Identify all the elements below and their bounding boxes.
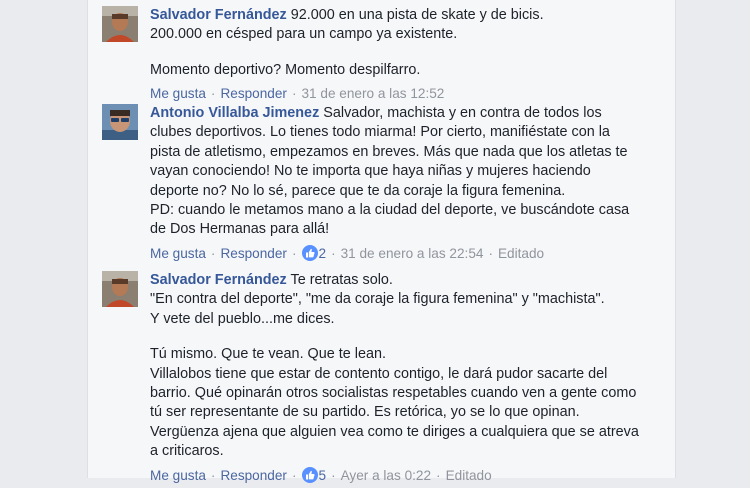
comment-text: Villalobos tiene que estar de contento c…	[150, 365, 637, 421]
reaction-count[interactable]: 5	[319, 468, 327, 483]
like-button[interactable]: Me gusta	[150, 468, 206, 483]
avatar[interactable]	[102, 271, 138, 307]
edited-label[interactable]: Editado	[498, 246, 544, 261]
avatar[interactable]	[102, 104, 138, 140]
comment-text: PD: cuando le metamos mano a la ciudad d…	[150, 202, 630, 238]
comment-text: Tú mismo. Que te vean. Que te lean.	[150, 346, 386, 363]
comment-text: Y vete del pueblo...me dices.	[150, 310, 335, 327]
like-thumb-icon	[301, 244, 318, 266]
edited-label[interactable]: Editado	[446, 468, 492, 483]
comment-text: 92.000 en una pista de skate y de bicis.	[290, 7, 544, 23]
comment-actions: Me gusta · Responder · 31 de enero a las 12:…	[150, 86, 445, 102]
comment-text: Momento deportivo? Momento despilfarro.	[150, 61, 421, 78]
timestamp[interactable]: Ayer a las 0:22	[341, 468, 431, 483]
reply-button[interactable]: Responder	[220, 468, 287, 483]
reply-button[interactable]: Responder	[220, 86, 287, 101]
comments-panel: Salvador Fernández 92.000 en una pista d…	[87, 0, 676, 483]
comment-text: "En contra del deporte", "me da coraje l…	[150, 291, 605, 308]
reaction-count[interactable]: 2	[319, 246, 327, 261]
comment-text: 200.000 en césped para un campo ya exist…	[150, 26, 458, 43]
comment-text: Vergüenza ajena que alguien vea como te …	[150, 423, 639, 460]
comment-author[interactable]: Salvador Fernández	[150, 7, 287, 23]
reply-button[interactable]: Responder	[220, 246, 287, 261]
timestamp[interactable]: 31 de enero a las 22:54	[341, 246, 484, 261]
like-button[interactable]: Me gusta	[150, 246, 206, 261]
avatar[interactable]	[102, 6, 138, 42]
timestamp[interactable]: 31 de enero a las 12:52	[302, 86, 445, 101]
like-button[interactable]: Me gusta	[150, 86, 206, 101]
like-thumb-icon	[301, 466, 318, 488]
comment-actions: Me gusta · Responder · 5 · Ayer a las 0:22 · Edi…	[150, 466, 640, 488]
comment-text: Te retratas solo.	[290, 272, 393, 288]
comment-actions: Me gusta · Responder · 2 · 31 de enero a las 2…	[150, 244, 640, 266]
comment-author[interactable]: Salvador Fernández	[150, 272, 287, 288]
comment-author[interactable]: Antonio Villalba Jimenez	[150, 105, 319, 121]
